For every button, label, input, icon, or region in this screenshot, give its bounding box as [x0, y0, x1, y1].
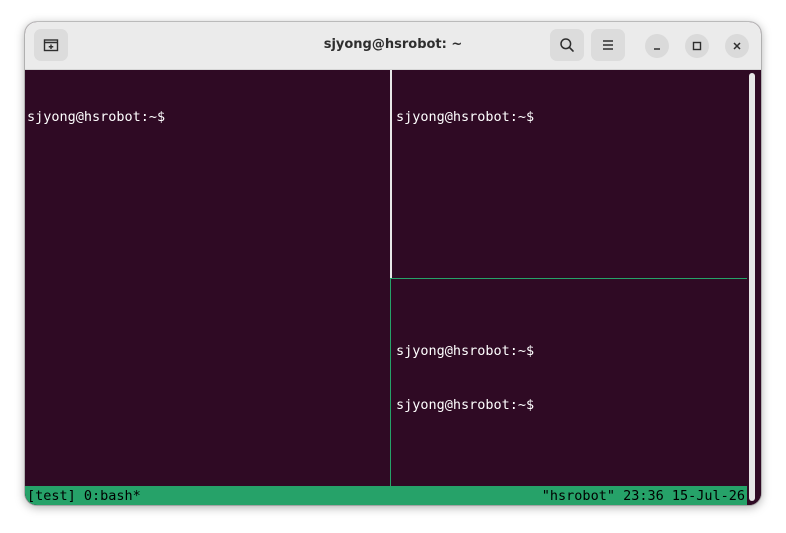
maximize-icon — [692, 41, 702, 51]
status-host-time: "hsrobot" 23:36 15-Jul-26 — [541, 488, 745, 504]
prompt-line: sjyong@hsrobot:~$ — [396, 343, 535, 359]
close-icon — [733, 42, 741, 50]
active-pane-border — [390, 70, 392, 278]
scrollbar[interactable] — [749, 73, 755, 501]
search-icon — [560, 38, 574, 52]
close-button[interactable] — [725, 34, 749, 58]
menu-button[interactable] — [591, 29, 625, 61]
top-right-pane[interactable]: sjyong@hsrobot:~$ — [396, 72, 534, 162]
terminal-content[interactable]: sjyong@hsrobot:~$ sjyong@hsrobot:~$ sjyo… — [25, 70, 761, 505]
maximize-button[interactable] — [685, 34, 709, 58]
minimize-button[interactable] — [645, 34, 669, 58]
tmux-status-bar: [test] 0:bash* "hsrobot" 23:36 15-Jul-26 — [25, 486, 747, 505]
minimize-icon — [654, 48, 660, 50]
prompt-line: sjyong@hsrobot:~$ — [396, 109, 535, 125]
search-button[interactable] — [550, 29, 584, 61]
left-pane[interactable]: sjyong@hsrobot:~$ — [27, 72, 165, 162]
titlebar: sjyong@hsrobot: ~ — [25, 22, 761, 70]
bottom-right-pane[interactable]: sjyong@hsrobot:~$ sjyong@hsrobot:~$ — [396, 306, 534, 450]
horizontal-pane-separator[interactable] — [391, 278, 747, 279]
prompt-line: sjyong@hsrobot:~$ — [396, 397, 535, 413]
status-session-window: [test] 0:bash* — [27, 488, 141, 504]
terminal-window: sjyong@hsrobot: ~ sjyong@hsrobot:~$ sjyo… — [25, 22, 761, 505]
hamburger-menu-icon — [603, 40, 613, 50]
prompt-line: sjyong@hsrobot:~$ — [27, 109, 166, 125]
